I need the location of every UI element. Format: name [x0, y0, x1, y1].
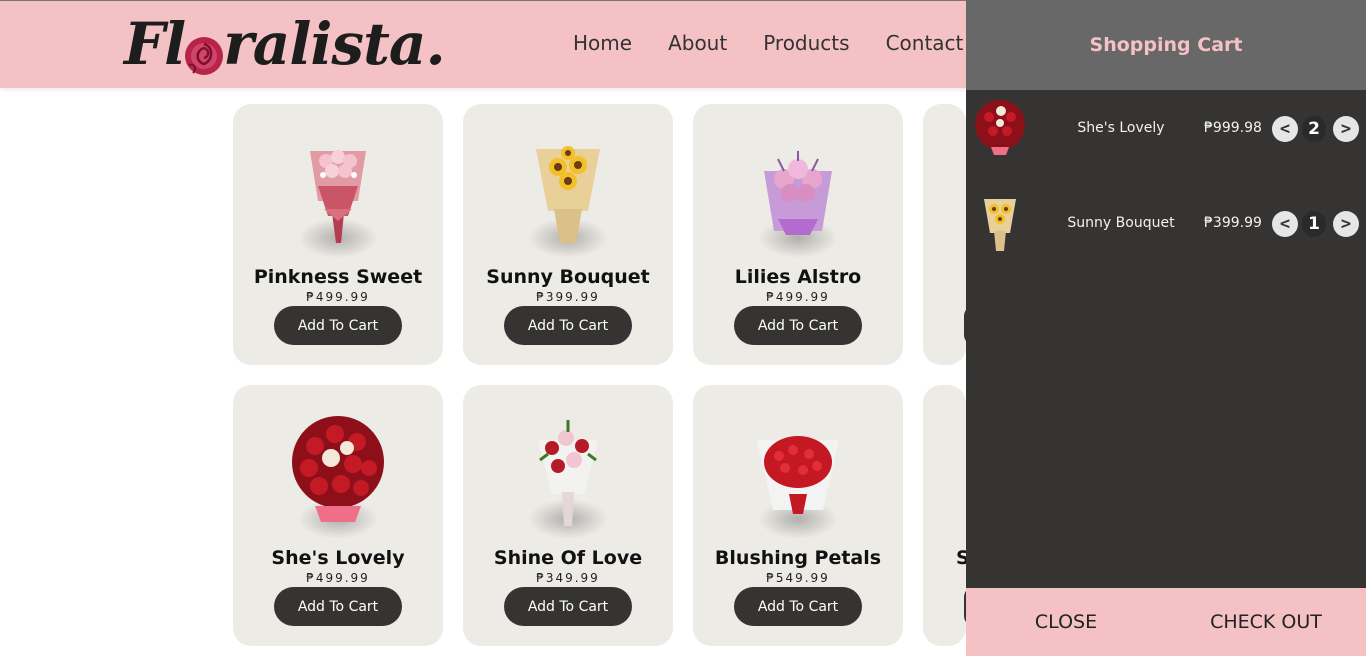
- product-card: Pinkness Sweet ₱499.99 Add To Cart: [233, 104, 443, 365]
- increase-qty-button[interactable]: >: [1333, 211, 1359, 237]
- cart-item-quantity: 1: [1302, 211, 1326, 237]
- product-card: Shine Of Love ₱349.99 Add To Cart: [463, 385, 673, 646]
- nav-contact[interactable]: Contact: [886, 31, 964, 55]
- cart-item: Sunny Bouquet ₱399.99 < 1 >: [966, 187, 1366, 267]
- red-rose-bouquet-icon: [268, 407, 408, 539]
- nav-products[interactable]: Products: [763, 31, 849, 55]
- product-price: ₱549.99: [766, 571, 830, 585]
- product-name: Lilies Alstro: [734, 266, 862, 288]
- cart-footer: CLOSE CHECK OUT: [966, 588, 1366, 656]
- cart-item: She's Lovely ₱999.98 < 2 >: [966, 92, 1366, 172]
- brand-name-end: ralista.: [223, 10, 445, 78]
- product-card: She's Lovely ₱499.99 Add To Cart: [233, 385, 443, 646]
- nav-home[interactable]: Home: [573, 31, 632, 55]
- add-to-cart-button[interactable]: Add To Cart: [504, 587, 632, 626]
- add-to-cart-button[interactable]: Add To Cart: [734, 587, 862, 626]
- decrease-qty-button[interactable]: <: [1272, 211, 1298, 237]
- sunflower-bouquet-icon: [498, 126, 638, 258]
- product-name: Blushing Petals: [714, 547, 882, 569]
- checkout-button[interactable]: CHECK OUT: [1166, 588, 1366, 656]
- brand-logo[interactable]: Fl ralista.: [124, 7, 446, 81]
- red-rose-bouquet-icon: [972, 96, 1028, 158]
- shopping-cart-panel: Shopping Cart She's Lovely ₱999.98 < 2 >…: [966, 0, 1366, 656]
- cart-item-price: ₱399.99: [1204, 215, 1262, 231]
- close-cart-button[interactable]: CLOSE: [966, 588, 1166, 656]
- product-name: Sunny Bouquet: [486, 266, 650, 288]
- product-card: Blushing Petals ₱549.99 Add To Cart: [693, 385, 903, 646]
- increase-qty-button[interactable]: >: [1333, 116, 1359, 142]
- cart-item-name: Sunny Bouquet: [1067, 215, 1175, 231]
- add-to-cart-button[interactable]: Add To Cart: [274, 587, 402, 626]
- product-price: ₱499.99: [766, 290, 830, 304]
- tulip-bouquet-icon: [728, 407, 868, 539]
- brand-name-start: Fl: [124, 10, 186, 78]
- product-price: ₱499.99: [306, 290, 370, 304]
- decrease-qty-button[interactable]: <: [1272, 116, 1298, 142]
- cart-item-price: ₱999.98: [1204, 120, 1262, 136]
- add-to-cart-button[interactable]: Add To Cart: [504, 306, 632, 345]
- sunflower-bouquet-icon: [972, 191, 1028, 253]
- product-price: ₱499.99: [306, 571, 370, 585]
- cart-header: Shopping Cart: [966, 0, 1366, 90]
- product-card-partial: [923, 104, 984, 365]
- cart-title: Shopping Cart: [1089, 34, 1243, 56]
- cart-item-quantity: 2: [1302, 116, 1326, 142]
- product-name: Pinkness Sweet: [253, 266, 423, 288]
- product-card: Sunny Bouquet ₱399.99 Add To Cart: [463, 104, 673, 365]
- product-card-partial: S: [923, 385, 984, 646]
- add-to-cart-button[interactable]: Add To Cart: [274, 306, 402, 345]
- cart-item-name: She's Lovely: [1077, 120, 1165, 136]
- product-card: Lilies Alstro ₱499.99 Add To Cart: [693, 104, 903, 365]
- lily-bouquet-icon: [728, 126, 868, 258]
- product-name: Shine Of Love: [493, 547, 643, 569]
- lily-rose-bouquet-icon: [498, 407, 638, 539]
- product-price: ₱399.99: [536, 290, 600, 304]
- add-to-cart-button[interactable]: Add To Cart: [734, 306, 862, 345]
- pink-bouquet-icon: [268, 126, 408, 258]
- product-name: She's Lovely: [271, 547, 405, 569]
- main-nav: Home About Products Contact: [573, 31, 963, 55]
- product-price: ₱349.99: [536, 571, 600, 585]
- rose-icon: [183, 23, 225, 75]
- nav-about[interactable]: About: [668, 31, 727, 55]
